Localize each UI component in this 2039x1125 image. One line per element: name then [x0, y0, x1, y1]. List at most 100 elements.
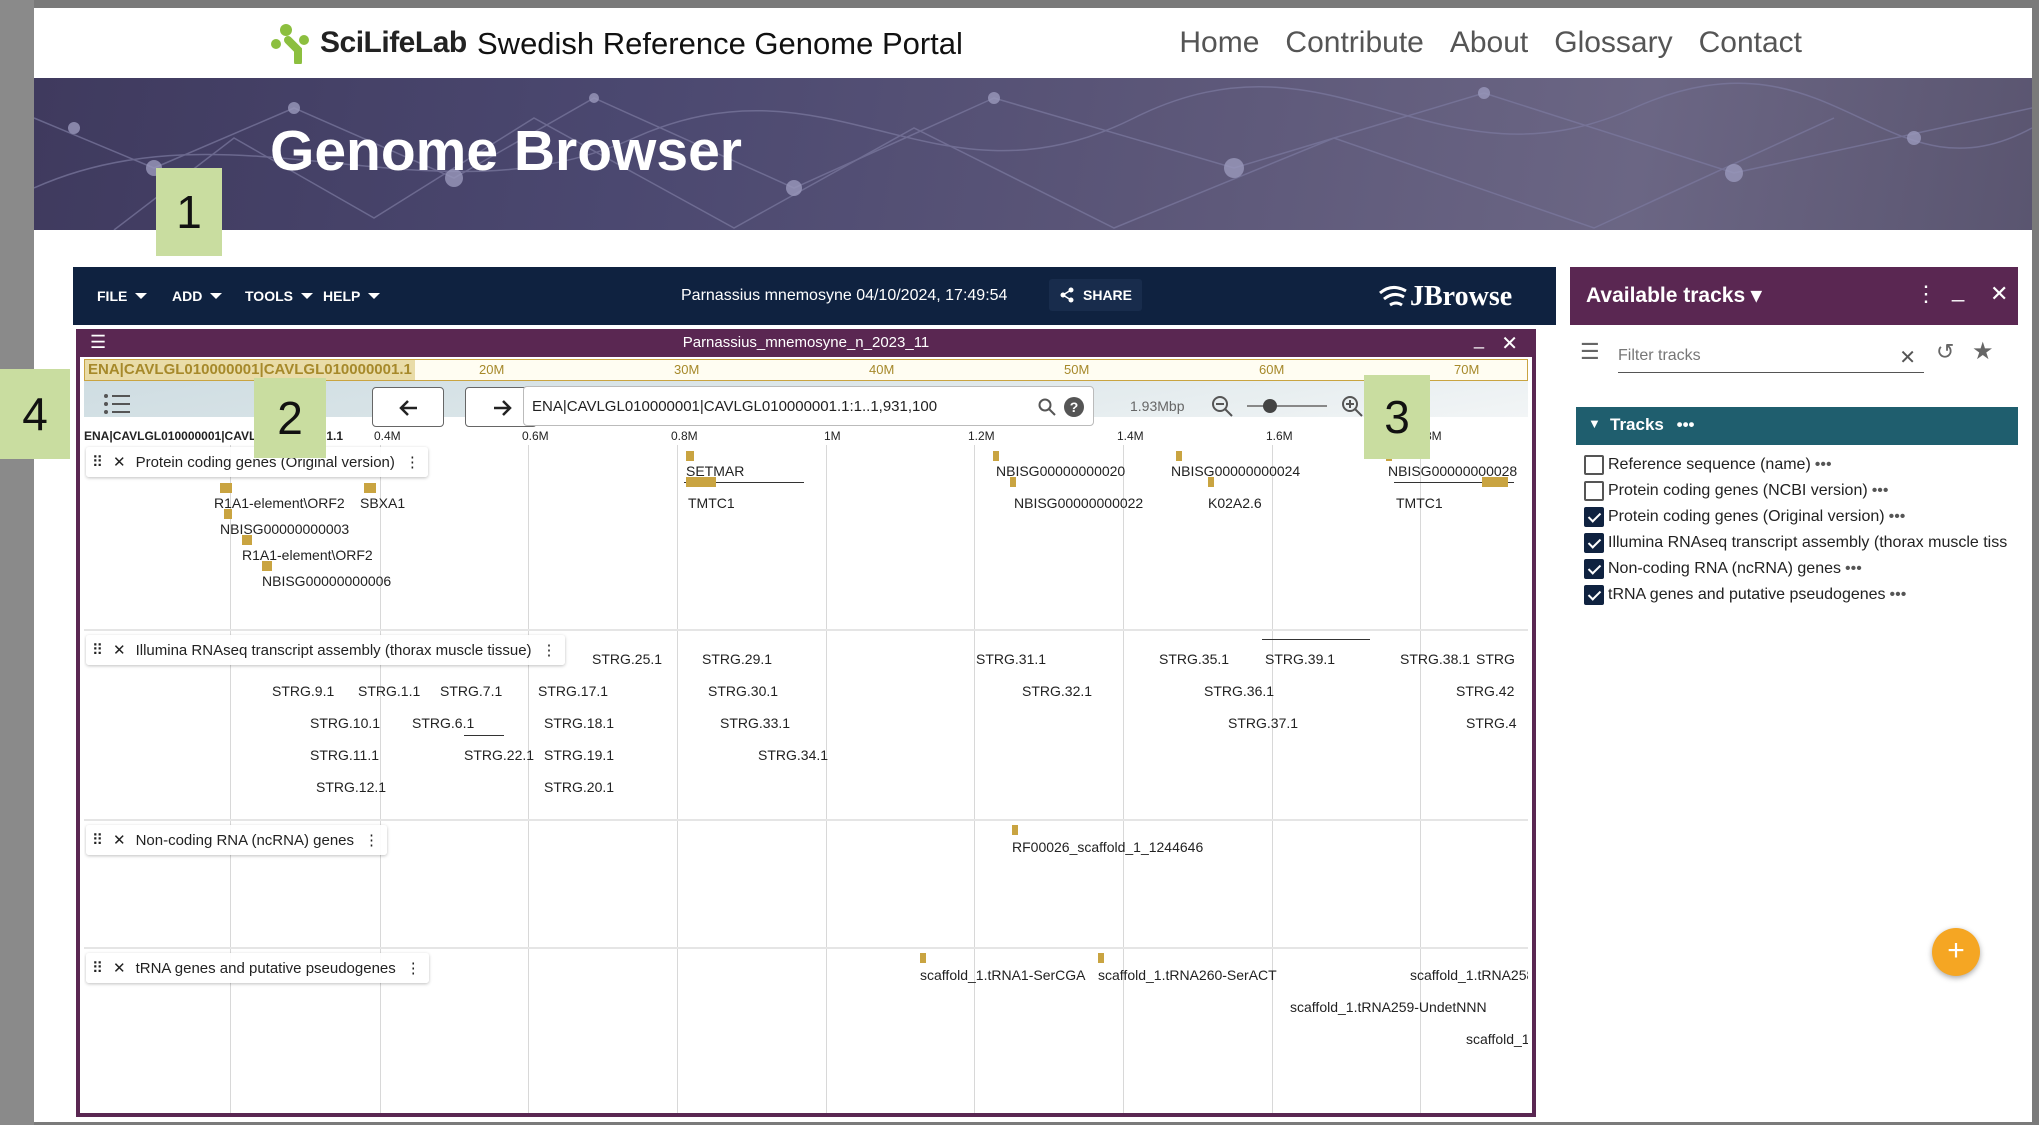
- nav-glossary[interactable]: Glossary: [1554, 26, 1672, 60]
- close-track-icon[interactable]: ✕: [113, 641, 126, 659]
- feature-label[interactable]: STRG.6.1: [412, 715, 474, 731]
- panel-title[interactable]: Available tracks ▾: [1586, 283, 1762, 308]
- track-menu-icon[interactable]: ⋮: [364, 831, 379, 849]
- feature-label[interactable]: scaffold_1.tRNA258-: [1410, 967, 1528, 983]
- filter-tracks-input[interactable]: Filter tracks ✕: [1618, 343, 1924, 373]
- nav-about[interactable]: About: [1450, 26, 1528, 60]
- feature-label[interactable]: STRG.37.1: [1228, 715, 1298, 731]
- feature-label[interactable]: R1A1-element\ORF2: [214, 495, 345, 511]
- feature-label[interactable]: STRG.12.1: [316, 779, 386, 795]
- hierarchical-menu-icon[interactable]: ☰: [1580, 339, 1600, 365]
- feature-label[interactable]: scaffold_1.tRNA259-UndetNNN: [1290, 999, 1487, 1015]
- track-checkbox-checked[interactable]: [1584, 507, 1604, 527]
- zoom-slider-thumb[interactable]: [1263, 399, 1277, 413]
- track-label-trna[interactable]: ⠿ ✕ tRNA genes and putative pseudogenes …: [86, 953, 429, 983]
- track-item-menu-icon[interactable]: •••: [1845, 560, 1862, 578]
- feature-label[interactable]: RF00026_scaffold_1_1244646: [1012, 839, 1203, 855]
- feature-label[interactable]: scaffold_1.tRNA260-SerACT: [1098, 967, 1277, 983]
- menu-add[interactable]: ADD: [172, 288, 222, 304]
- drag-handle-icon[interactable]: ⠿: [92, 453, 103, 471]
- feature-label[interactable]: STRG.33.1: [720, 715, 790, 731]
- feature-label[interactable]: STRG.1.1: [358, 683, 420, 699]
- feature-label[interactable]: scaffold_1.tRNA1-SerCGA: [920, 967, 1085, 983]
- category-menu-icon[interactable]: •••: [1677, 415, 1695, 434]
- track-item[interactable]: Protein coding genes (NCBI version) •••: [1584, 481, 1889, 501]
- feature-label[interactable]: NBISG00000000006: [262, 573, 391, 589]
- feature-label[interactable]: NBISG00000000003: [220, 521, 349, 537]
- feature-label[interactable]: STRG.17.1: [538, 683, 608, 699]
- feature-label[interactable]: STRG.18.1: [544, 715, 614, 731]
- feature-label[interactable]: STRG.29.1: [702, 651, 772, 667]
- feature-label[interactable]: STRG.35.1: [1159, 651, 1229, 667]
- track-item[interactable]: Non-coding RNA (ncRNA) genes •••: [1584, 559, 1862, 579]
- track-item-menu-icon[interactable]: •••: [1872, 482, 1889, 500]
- track-label-rnaseq[interactable]: ⠿ ✕ Illumina RNAseq transcript assembly …: [86, 635, 565, 665]
- track-selector-icon[interactable]: [104, 393, 130, 420]
- feature-label[interactable]: STRG.42: [1456, 683, 1514, 699]
- track-checkbox[interactable]: [1584, 455, 1604, 475]
- feature-label[interactable]: STRG.39.1: [1265, 651, 1335, 667]
- panel-minimize-icon[interactable]: _: [1952, 277, 1964, 303]
- view-close-icon[interactable]: ✕: [1501, 331, 1518, 356]
- clear-filter-icon[interactable]: ✕: [1899, 345, 1916, 370]
- menu-help[interactable]: HELP: [323, 288, 380, 304]
- zoom-slider[interactable]: [1247, 399, 1327, 413]
- track-checkbox-checked[interactable]: [1584, 559, 1604, 579]
- track-checkbox[interactable]: [1584, 481, 1604, 501]
- feature-label[interactable]: STRG.20.1: [544, 779, 614, 795]
- feature-label[interactable]: STRG: [1476, 651, 1515, 667]
- tracks-area[interactable]: ⠿ ✕ Protein coding genes (Original versi…: [84, 445, 1528, 1113]
- panel-close-icon[interactable]: ✕: [1990, 281, 2008, 307]
- track-item[interactable]: Reference sequence (name) •••: [1584, 455, 1832, 475]
- track-item-menu-icon[interactable]: •••: [1815, 456, 1832, 474]
- feature-label[interactable]: NBISG00000000024: [1171, 463, 1300, 479]
- menu-tools[interactable]: TOOLS: [245, 288, 313, 304]
- feature-label[interactable]: K02A2.6: [1208, 495, 1262, 511]
- feature-label[interactable]: STRG.34.1: [758, 747, 828, 763]
- feature-label[interactable]: NBISG00000000022: [1014, 495, 1143, 511]
- session-name[interactable]: Parnassius mnemosyne 04/10/2024, 17:49:5…: [681, 287, 1007, 305]
- scilifelab-logo[interactable]: SciLifeLab: [270, 22, 467, 66]
- share-button[interactable]: SHARE: [1049, 279, 1143, 311]
- help-icon[interactable]: ?: [1064, 397, 1084, 417]
- feature-label[interactable]: STRG.30.1: [708, 683, 778, 699]
- track-item-menu-icon[interactable]: •••: [1889, 508, 1906, 526]
- feature-label[interactable]: STRG.32.1: [1022, 683, 1092, 699]
- drag-handle-icon[interactable]: ⠿: [92, 831, 103, 849]
- recent-tracks-icon[interactable]: ↺: [1936, 339, 1954, 365]
- feature-label[interactable]: SBXA1: [360, 495, 405, 511]
- track-item[interactable]: tRNA genes and putative pseudogenes •••: [1584, 585, 1906, 605]
- nav-contribute[interactable]: Contribute: [1285, 26, 1423, 60]
- view-minimize-icon[interactable]: _: [1474, 329, 1484, 350]
- feature-label[interactable]: STRG.19.1: [544, 747, 614, 763]
- feature-label[interactable]: STRG.10.1: [310, 715, 380, 731]
- close-track-icon[interactable]: ✕: [113, 453, 126, 471]
- search-icon[interactable]: [1038, 398, 1056, 416]
- feature-label[interactable]: STRG.9.1: [272, 683, 334, 699]
- feature-label[interactable]: TMTC1: [688, 495, 735, 511]
- close-track-icon[interactable]: ✕: [113, 831, 126, 849]
- menu-file[interactable]: FILE: [97, 288, 147, 304]
- track-checkbox-checked[interactable]: [1584, 585, 1604, 605]
- track-menu-icon[interactable]: ⋮: [405, 453, 420, 471]
- pan-left-button[interactable]: [372, 387, 444, 427]
- feature-label[interactable]: TMTC1: [1396, 495, 1443, 511]
- track-menu-icon[interactable]: ⋮: [406, 959, 421, 977]
- drag-handle-icon[interactable]: ⠿: [92, 641, 103, 659]
- track-item-menu-icon[interactable]: •••: [1890, 586, 1907, 604]
- feature-label[interactable]: STRG.25.1: [592, 651, 662, 667]
- feature-label[interactable]: STRG.31.1: [976, 651, 1046, 667]
- track-checkbox-checked[interactable]: [1584, 533, 1604, 553]
- drag-handle-icon[interactable]: ⠿: [92, 959, 103, 977]
- close-track-icon[interactable]: ✕: [113, 959, 126, 977]
- feature-label[interactable]: STRG.4: [1466, 715, 1517, 731]
- feature-label[interactable]: STRG.38.1: [1400, 651, 1470, 667]
- location-search-input[interactable]: ENA|CAVLGL010000001|CAVLGL010000001.1:1.…: [523, 386, 1094, 426]
- nav-contact[interactable]: Contact: [1699, 26, 1802, 60]
- track-label-ncrna[interactable]: ⠿ ✕ Non-coding RNA (ncRNA) genes ⋮: [86, 825, 388, 855]
- favorites-star-icon[interactable]: ★: [1972, 337, 1994, 366]
- track-item[interactable]: Illumina RNAseq transcript assembly (tho…: [1584, 533, 2007, 553]
- panel-more-icon[interactable]: ⋮: [1915, 281, 1937, 307]
- track-menu-icon[interactable]: ⋮: [542, 641, 557, 659]
- zoom-out-icon[interactable]: [1211, 395, 1233, 417]
